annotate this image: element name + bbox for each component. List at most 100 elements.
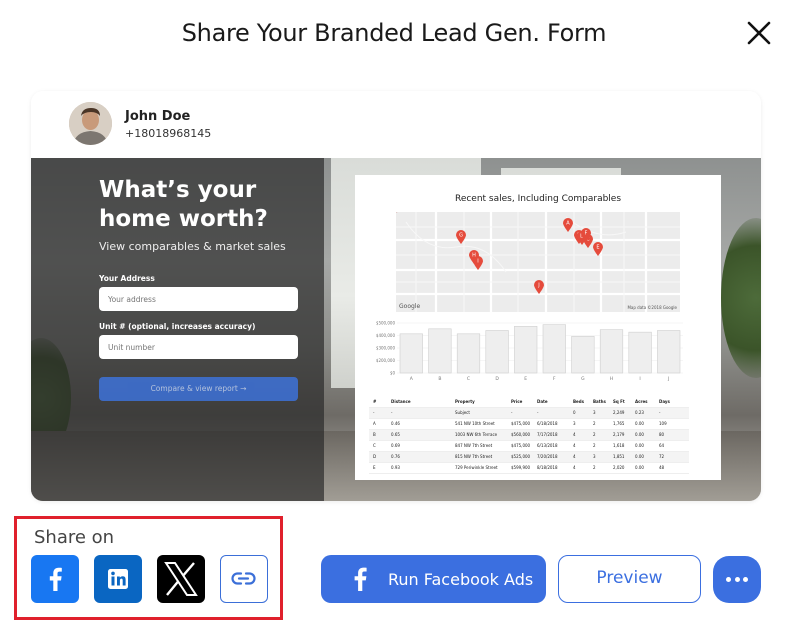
unit-input[interactable] [99, 335, 298, 359]
table-cell: 0.69 [391, 443, 400, 448]
copy-link-button[interactable] [220, 555, 268, 603]
table-cell: 2 [593, 421, 596, 426]
table-cell: 0.46 [391, 421, 400, 426]
chart-x-tick: C [467, 376, 470, 382]
table-cell: $560,000 [511, 432, 531, 437]
chart-bar [428, 328, 452, 374]
table-row: - - Subject - - 0 3 2,249 0.23 - [369, 408, 689, 419]
chart-bar [657, 330, 681, 374]
table-cell: # [373, 399, 377, 404]
table-cell: - [511, 410, 513, 415]
chart-bar [514, 326, 538, 374]
table-cell: $599,900 [511, 465, 531, 470]
chart-x-tick: E [524, 376, 527, 382]
table-cell: Beds [573, 399, 585, 404]
table-cell: 1003 NW 6th Terrace [455, 432, 498, 437]
page-title: Share Your Branded Lead Gen. Form [181, 19, 607, 47]
table-cell: 0.76 [391, 454, 400, 459]
chart-bar [599, 329, 624, 374]
agent-phone: +18018968145 [125, 127, 212, 140]
table-cell: 0.00 [635, 443, 644, 448]
form-heading: What’s your home worth? [99, 177, 268, 232]
chart-x-tick: F [553, 376, 556, 382]
chart-y-tick: $200,000 [376, 358, 396, 363]
table-cell: A [373, 421, 376, 426]
table-cell: 72 [659, 454, 665, 459]
table-cell: 815 NW 7th Street [455, 454, 493, 459]
table-row: E 0.93 729 Periwinkle Street $599,900 8/18/2… [369, 463, 689, 474]
share-x-button[interactable] [157, 555, 205, 603]
table-row: D 0.76 815 NW 7th Street $525,000 7/20/2018 4… [369, 452, 689, 463]
table-cell: 4 [573, 454, 576, 459]
table-cell: 3 [593, 454, 596, 459]
more-dot-icon [726, 577, 731, 582]
table-cell: Date [537, 399, 548, 404]
table-cell: 80 [659, 432, 665, 437]
map-pin-e: E [593, 242, 603, 256]
linkedin-icon [108, 569, 128, 589]
table-cell: 2,020 [613, 465, 625, 470]
chart-x-tick: B [438, 376, 441, 382]
table-cell: 6/18/2018 [537, 421, 558, 426]
compare-report-button[interactable]: Compare & view report → [99, 377, 298, 401]
chart-bar [571, 336, 595, 374]
map-pin-a: A [563, 218, 573, 232]
share-label: Share on [34, 527, 115, 548]
table-cell: 0.00 [635, 432, 644, 437]
table-cell: 2 [593, 465, 596, 470]
comparables-report: Recent sales, Including Comparables A C … [355, 175, 721, 480]
table-cell: 48 [659, 465, 665, 470]
table-cell: 2 [593, 432, 596, 437]
share-linkedin-button[interactable] [94, 555, 142, 603]
more-dot-icon [734, 577, 740, 582]
hero-image: What’s your home worth? View comparables… [31, 158, 761, 501]
table-cell: 0.00 [635, 465, 644, 470]
table-cell: 729 Periwinkle Street [455, 465, 498, 470]
svg-text:I: I [477, 259, 478, 265]
close-icon[interactable] [746, 20, 772, 46]
table-cell: 7/17/2018 [537, 432, 558, 437]
table-cell: 3 [573, 421, 576, 426]
table-row: C 0.69 847 NW 7th Street $475,000 6/13/2018 4… [369, 441, 689, 452]
table-cell: Days [659, 399, 670, 404]
table-cell: 4 [573, 465, 576, 470]
report-title: Recent sales, Including Comparables [454, 194, 622, 204]
run-facebook-ads-button[interactable]: Run Facebook Ads [321, 555, 546, 603]
address-input[interactable] [99, 287, 298, 311]
lead-form: What’s your home worth? View comparables… [31, 158, 324, 501]
chart-x-tick: G [581, 376, 585, 382]
share-facebook-button[interactable] [31, 555, 79, 603]
table-cell: 0 [573, 410, 576, 415]
table-cell: Property [455, 399, 475, 404]
preview-button[interactable]: Preview [558, 555, 701, 603]
table-cell: 109 [659, 421, 667, 426]
address-label: Your Address [99, 274, 155, 283]
table-cell: $475,000 [511, 421, 531, 426]
more-options-button[interactable] [713, 556, 761, 603]
link-icon [231, 572, 256, 585]
chart-x-tick: H [610, 376, 613, 382]
svg-text:F: F [585, 231, 588, 237]
chart-bar [628, 331, 652, 374]
table-cell: $525,000 [511, 454, 531, 459]
chart-x-tick: I [639, 376, 640, 382]
svg-text:E: E [596, 245, 599, 251]
map-pins: ABCDEFGHIJ [396, 212, 680, 312]
table-cell: 8/18/2018 [537, 465, 558, 470]
table-cell: - [391, 410, 393, 415]
table-row: B 0.65 1003 NW 6th Terrace $560,000 7/17/201… [369, 430, 689, 441]
table-cell: Baths [593, 399, 606, 404]
form-subheading: View comparables & market sales [99, 240, 286, 253]
agent-header: John Doe +18018968145 [31, 91, 761, 158]
table-cell: 541 NW 10th Street [455, 421, 495, 426]
table-cell: 0.65 [391, 432, 400, 437]
table-cell: - [373, 410, 375, 415]
chart-bar [399, 333, 423, 374]
chart-y-tick: $400,000 [376, 333, 396, 338]
svg-text:G: G [459, 233, 463, 239]
table-cell: B [373, 432, 376, 437]
comparables-map: ABCDEFGHIJ Google Map data ©2018 Google [396, 212, 680, 312]
chart-bar [456, 333, 481, 374]
svg-text:J: J [537, 283, 539, 289]
table-cell: 0.23 [635, 410, 644, 415]
